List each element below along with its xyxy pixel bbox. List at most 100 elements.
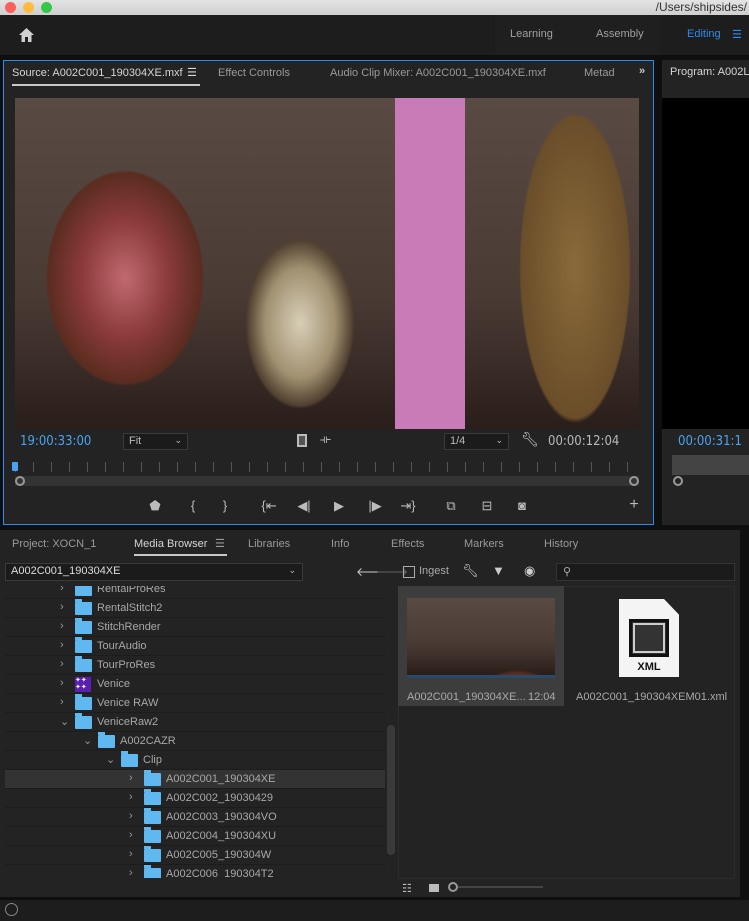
time-ruler[interactable]: [15, 462, 639, 472]
program-monitor-panel: Program: A002L 00:00:31:1: [662, 60, 749, 525]
thumbnail-size-slider-handle[interactable]: [448, 882, 458, 892]
list-view-icon[interactable]: ☷: [402, 882, 412, 895]
drag-audio-only-icon[interactable]: ⟛: [320, 432, 331, 447]
tree-item[interactable]: › StitchRender: [5, 618, 385, 637]
file-item-video[interactable]: A002C001_190304XE... 12:04: [398, 586, 564, 706]
play-button[interactable]: ▶: [330, 498, 348, 514]
chevron-down-icon[interactable]: ⌄: [106, 753, 115, 766]
workspace-editing[interactable]: Editing: [687, 28, 721, 40]
title-bar: /Users/shipsides/: [0, 0, 749, 15]
chevron-right-icon[interactable]: ›: [60, 677, 64, 689]
tab-source[interactable]: Source: A002C001_190304XE.mxf: [12, 67, 183, 79]
ingest-settings-wrench-icon[interactable]: 🔧︎: [462, 563, 479, 579]
close-window-button[interactable]: [5, 2, 16, 13]
source-playhead-timecode[interactable]: 19:00:33:00: [20, 434, 91, 449]
chevron-right-icon[interactable]: ›: [60, 696, 64, 708]
step-forward-button[interactable]: |▶: [366, 498, 384, 514]
tab-media-browser[interactable]: Media Browser: [134, 538, 207, 550]
chevron-right-icon[interactable]: ›: [60, 586, 64, 594]
tree-item[interactable]: › A002C006_190304T2: [5, 865, 385, 878]
chevron-right-icon[interactable]: ›: [60, 639, 64, 651]
tree-item[interactable]: › A002C002_19030429: [5, 789, 385, 808]
scrollbar-left-handle[interactable]: [15, 476, 25, 486]
tab-info[interactable]: Info: [331, 538, 349, 550]
overwrite-button[interactable]: ⊟: [478, 498, 496, 514]
tree-item[interactable]: ⌄ VeniceRaw2: [5, 713, 385, 732]
workspace-menu-icon[interactable]: ☰: [732, 28, 742, 41]
program-timecode[interactable]: 00:00:31:1: [678, 434, 742, 449]
zoom-scrollbar[interactable]: [15, 476, 639, 486]
go-to-out-button[interactable]: ⇥}: [399, 498, 417, 514]
chevron-down-icon[interactable]: ⌄: [83, 734, 92, 747]
add-marker-button[interactable]: ⬟: [146, 498, 164, 514]
file-item-xml[interactable]: XML A002C001_190304XEM01.xml: [567, 586, 735, 706]
zoom-level-select[interactable]: Fit ⌄: [123, 433, 188, 450]
tab-libraries[interactable]: Libraries: [248, 538, 290, 550]
tree-item[interactable]: › A002C003_190304VO: [5, 808, 385, 827]
workspace-assembly[interactable]: Assembly: [596, 28, 644, 40]
minimize-window-button[interactable]: [23, 2, 34, 13]
playhead-handle[interactable]: [12, 462, 18, 471]
tab-markers[interactable]: Markers: [464, 538, 504, 550]
folder-icon: [75, 586, 92, 596]
playback-resolution-select[interactable]: 1/4 ⌄: [444, 433, 509, 450]
more-tabs-icon[interactable]: »: [639, 65, 645, 77]
tab-effects[interactable]: Effects: [391, 538, 424, 550]
tab-program[interactable]: Program: A002L: [670, 66, 749, 78]
chevron-right-icon[interactable]: ›: [60, 620, 64, 632]
tree-item[interactable]: ⌄ A002CAZR: [5, 732, 385, 751]
tab-history[interactable]: History: [544, 538, 578, 550]
view-eye-icon[interactable]: ◉: [524, 563, 535, 579]
tree-item[interactable]: › TourProRes: [5, 656, 385, 675]
wrench-settings-icon[interactable]: 🔧︎: [521, 431, 539, 448]
tree-item[interactable]: › Venice RAW: [5, 694, 385, 713]
program-time-ruler[interactable]: [672, 455, 749, 475]
zoom-window-button[interactable]: [41, 2, 52, 13]
tree-item[interactable]: ⌄ Clip: [5, 751, 385, 770]
step-back-button[interactable]: ◀|: [295, 498, 313, 514]
search-input[interactable]: ⚲: [556, 563, 735, 581]
tree-item[interactable]: › A002C001_190304XE: [5, 770, 385, 789]
scrollbar-right-handle[interactable]: [629, 476, 639, 486]
chevron-right-icon[interactable]: ›: [129, 848, 133, 860]
chevron-right-icon[interactable]: ›: [60, 658, 64, 670]
mark-in-button[interactable]: {: [184, 498, 202, 513]
drag-video-only-icon[interactable]: [297, 434, 307, 447]
creative-cloud-icon[interactable]: [5, 903, 18, 916]
go-to-in-button[interactable]: {⇤: [260, 498, 278, 514]
icon-view-icon[interactable]: [429, 884, 439, 892]
chevron-right-icon[interactable]: ›: [60, 601, 64, 613]
tree-item[interactable]: › A002C004_190304XU: [5, 827, 385, 846]
ingest-checkbox[interactable]: [403, 566, 415, 578]
tree-item[interactable]: › A002C005_190304W: [5, 846, 385, 865]
chevron-right-icon[interactable]: ›: [129, 867, 133, 878]
ingest-label: Ingest: [419, 565, 449, 577]
chevron-right-icon[interactable]: ›: [129, 791, 133, 803]
mark-out-button[interactable]: }: [216, 498, 234, 513]
tree-item[interactable]: › ✦✦ ✦✦ Venice: [5, 675, 385, 694]
program-scrollbar-handle[interactable]: [673, 476, 683, 486]
tree-item[interactable]: › TourAudio: [5, 637, 385, 656]
panel-menu-icon[interactable]: ☰: [215, 537, 225, 550]
path-select[interactable]: A002C001_190304XE ⌄: [5, 563, 303, 581]
chevron-down-icon[interactable]: ⌄: [60, 715, 69, 728]
tab-effect-controls[interactable]: Effect Controls: [218, 67, 290, 79]
tree-item[interactable]: › RentalProRes: [5, 586, 385, 599]
export-frame-camera-icon[interactable]: ◙: [513, 498, 531, 513]
filter-icon[interactable]: ▼: [492, 563, 505, 578]
chevron-right-icon[interactable]: ›: [129, 810, 133, 822]
tree-item[interactable]: › RentalStitch2: [5, 599, 385, 618]
workspace-learning[interactable]: Learning: [510, 28, 553, 40]
home-icon[interactable]: [18, 27, 35, 43]
panel-menu-icon[interactable]: ☰: [187, 66, 197, 79]
tab-audio-clip-mixer[interactable]: Audio Clip Mixer: A002C001_190304XE.mxf: [330, 67, 546, 79]
button-editor-plus-icon[interactable]: +: [625, 496, 643, 514]
thumbnail-size-slider[interactable]: [458, 886, 543, 888]
tree-item-label: A002C004_190304XU: [166, 830, 277, 842]
tab-metadata[interactable]: Metad: [584, 67, 615, 79]
chevron-right-icon[interactable]: ›: [129, 829, 133, 841]
insert-button[interactable]: ⧉: [442, 498, 460, 514]
tab-project[interactable]: Project: XOCN_1: [12, 538, 96, 550]
search-icon: ⚲: [563, 566, 572, 578]
chevron-right-icon[interactable]: ›: [129, 772, 133, 784]
